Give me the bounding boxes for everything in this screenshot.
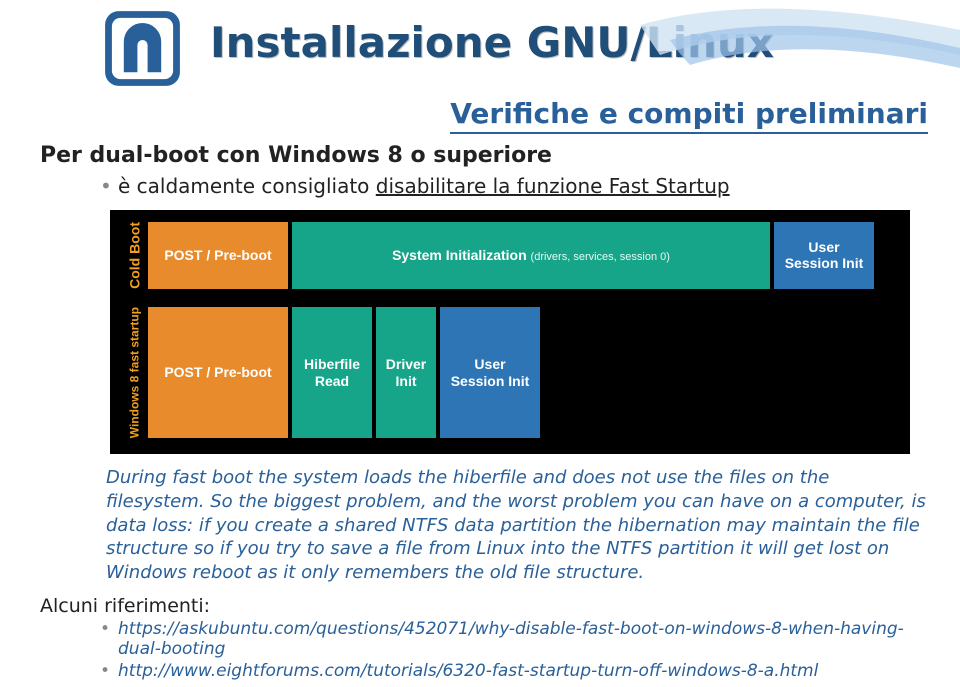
references-heading: Alcuni riferimenti:	[40, 595, 930, 617]
sysinit-label: System Initialization	[392, 247, 527, 263]
vlabel-faststartup: Windows 8 fast startup	[122, 307, 148, 438]
bullet-text: è caldamente consigliato	[118, 174, 376, 198]
cell-post2: POST / Pre-boot	[148, 307, 288, 438]
cell-hiberfile: Hiberfile Read	[292, 307, 372, 438]
header: Installazione GNU/Linux	[0, 0, 960, 87]
quote-paragraph: During fast boot the system loads the hi…	[106, 466, 930, 585]
fast-startup-link[interactable]: disabilitare la funzione Fast Startup	[376, 174, 730, 198]
cell-usersession: User Session Init	[774, 222, 874, 289]
diagram-row-coldboot: Cold Boot POST / Pre-boot System Initial…	[122, 222, 874, 289]
content: Verifiche e compiti preliminari Per dual…	[0, 97, 960, 681]
swoosh-decoration-icon	[640, 0, 960, 90]
reference-link-2[interactable]: http://www.eightforums.com/tutorials/632…	[100, 661, 930, 681]
bullet-list: è caldamente consigliato disabilitare la…	[100, 174, 930, 198]
arch-logo-icon	[100, 6, 185, 91]
subtitle: Verifiche e compiti preliminari	[450, 97, 928, 134]
vlabel-coldboot: Cold Boot	[122, 222, 148, 289]
cell-usersession2: User Session Init	[440, 307, 540, 438]
sysinit-sub: (drivers, services, session 0)	[531, 251, 670, 263]
diagram-row-faststartup: Windows 8 fast startup POST / Pre-boot H…	[122, 307, 874, 438]
cell-sysinit: System Initialization (drivers, services…	[292, 222, 770, 289]
boot-diagram: Cold Boot POST / Pre-boot System Initial…	[110, 210, 910, 454]
reference-link-1[interactable]: https://askubuntu.com/questions/452071/w…	[100, 619, 930, 659]
bullet-item: è caldamente consigliato disabilitare la…	[100, 174, 930, 198]
references-list: https://askubuntu.com/questions/452071/w…	[100, 619, 930, 681]
section-heading: Per dual-boot con Windows 8 o superiore	[40, 143, 930, 168]
cell-post: POST / Pre-boot	[148, 222, 288, 289]
cell-driverinit: Driver Init	[376, 307, 436, 438]
